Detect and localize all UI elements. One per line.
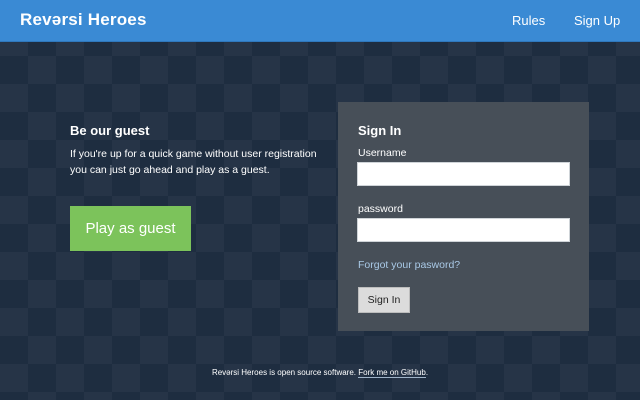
guest-description: If you're up for a quick game without us…: [70, 148, 317, 176]
forgot-password-link[interactable]: Forgot your pasword?: [358, 259, 460, 271]
guest-heading: Be our guest: [70, 123, 150, 138]
top-navbar: Revərsi Heroes Rules Sign Up: [0, 0, 640, 42]
username-label: Username: [358, 147, 407, 159]
play-as-guest-button[interactable]: Play as guest: [70, 206, 191, 251]
github-fork-link[interactable]: Fork me on GitHub: [358, 368, 426, 378]
nav-link-sign-up[interactable]: Sign Up: [574, 13, 620, 28]
password-label: password: [358, 203, 403, 215]
footer-period: .: [425, 368, 429, 377]
username-input[interactable]: [357, 162, 570, 186]
sign-in-heading: Sign In: [358, 123, 402, 138]
footer-text: Revərsi Heroes is open source software.: [211, 368, 356, 377]
sign-in-panel: Sign In Username password Forgot your pa…: [338, 102, 589, 331]
nav-link-rules[interactable]: Rules: [512, 13, 545, 28]
footer: Revərsi Heroes is open source software. …: [0, 368, 640, 378]
sign-in-button[interactable]: Sign In: [358, 287, 410, 313]
brand-logo-link[interactable]: Revərsi Heroes: [20, 10, 147, 30]
password-input[interactable]: [357, 218, 570, 242]
